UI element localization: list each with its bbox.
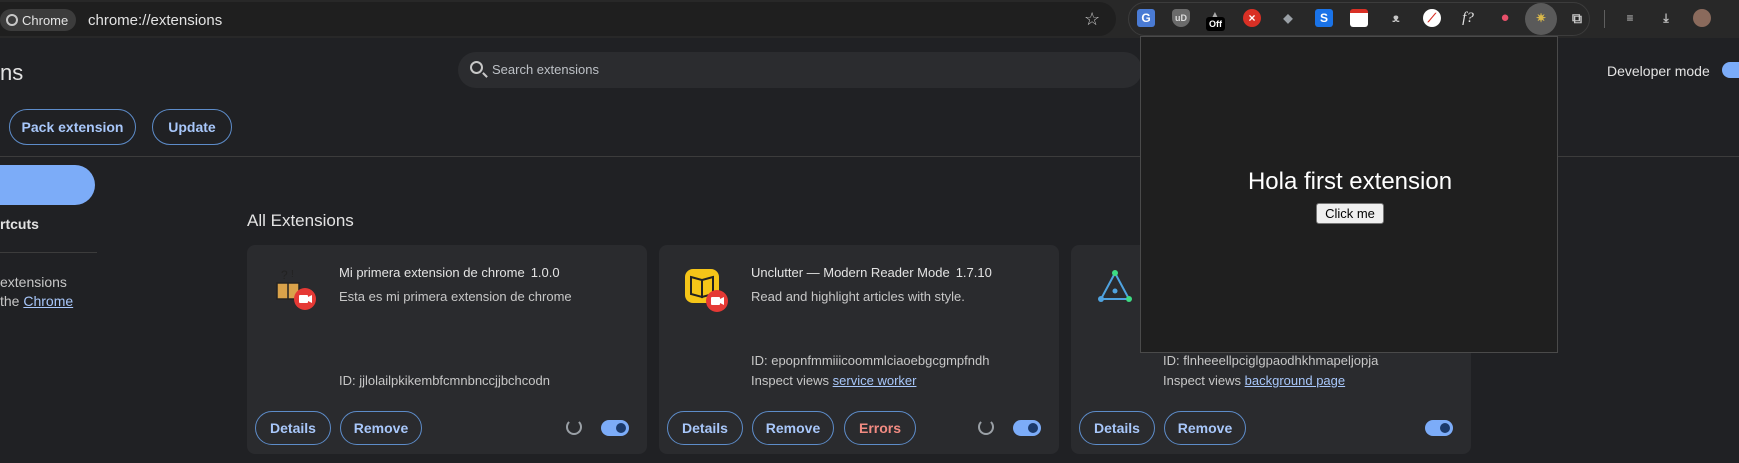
inspect-views: Inspect views background page xyxy=(1163,373,1345,388)
sidebar-divider xyxy=(0,252,97,253)
extension-popup: Hola first extension Click me xyxy=(1140,36,1558,353)
custom-ext-icon: ✷ xyxy=(1535,11,1547,25)
extension-version: 1.7.10 xyxy=(955,265,992,280)
extension-description: Esta es mi primera extension de chrome xyxy=(339,289,572,304)
url-text[interactable]: chrome://extensions xyxy=(88,12,222,29)
svg-text:?: ? xyxy=(281,268,288,282)
section-title: All Extensions xyxy=(247,211,354,230)
puzzle-icon[interactable]: ⧉ xyxy=(1568,9,1586,27)
extension-name-text: Mi primera extension de chrome xyxy=(339,265,525,280)
popup-heading: Hola first extension xyxy=(1247,168,1453,195)
sidebar-webstore-text: the Chrome xyxy=(0,293,73,309)
extension-id: ID: flnheeellpciglgpaodhkhmapeljopja xyxy=(1163,353,1379,368)
extension-name: Unclutter — Modern Reader Mode 1.7.10 xyxy=(751,265,992,280)
inspect-views-label: Inspect views xyxy=(751,373,833,388)
pack-extension-button[interactable]: Pack extension xyxy=(9,109,136,145)
shield-grey-icon[interactable]: ◆ xyxy=(1279,9,1297,27)
enable-toggle[interactable] xyxy=(601,420,629,436)
click-me-button[interactable]: Click me xyxy=(1316,203,1384,224)
browser-toolbar: Chrome chrome://extensions ☆ G uD ▲ Off … xyxy=(0,0,1739,38)
extension-id: ID: epopnfmmiiicoommlciaoebgcgmpfndh xyxy=(751,353,990,368)
off-badge-icon: Off xyxy=(1206,17,1225,31)
site-chip-label: Chrome xyxy=(22,12,69,28)
translate-icon[interactable]: G xyxy=(1137,9,1155,27)
chrome-webstore-link[interactable]: Chrome xyxy=(23,293,73,309)
extension-box-icon: ? ! xyxy=(276,268,316,310)
details-button[interactable]: Details xyxy=(667,411,743,445)
raccoon-icon[interactable]: ᴥ xyxy=(1387,9,1405,27)
search-icon xyxy=(470,61,483,74)
sidebar-item-keyboard-shortcuts[interactable]: rtcuts xyxy=(0,216,39,232)
media-list-icon[interactable]: ≡ xyxy=(1621,9,1639,27)
search-input[interactable]: Search extensions xyxy=(458,52,1142,88)
chrome-icon xyxy=(6,14,18,26)
formula-icon[interactable]: f? xyxy=(1459,9,1477,27)
svg-text:!: ! xyxy=(291,269,294,280)
service-worker-link[interactable]: service worker xyxy=(833,373,917,388)
sidebar-text: extensions xyxy=(0,274,67,290)
details-button[interactable]: Details xyxy=(1079,411,1155,445)
colorful-leaf-icon[interactable]: ⟋ xyxy=(1423,9,1441,27)
red-leaf-icon[interactable]: ● xyxy=(1496,9,1514,27)
extension-name: Mi primera extension de chrome 1.0.0 xyxy=(339,265,560,280)
developer-mode-toggle[interactable] xyxy=(1722,62,1739,78)
page-title: ns xyxy=(0,60,24,85)
extension-description: Read and highlight articles with style. xyxy=(751,289,965,304)
reload-icon[interactable] xyxy=(566,419,582,435)
calendar-icon[interactable] xyxy=(1350,9,1368,27)
sidebar-webstore-prefix: the xyxy=(0,293,24,309)
extension-name-text: Unclutter — Modern Reader Mode xyxy=(751,265,950,280)
remove-button[interactable]: Remove xyxy=(340,411,422,445)
errors-button[interactable]: Errors xyxy=(844,411,916,445)
sidebar-extensions-button[interactable] xyxy=(0,165,95,205)
extension-id: ID: jjlolailpkikembfcmnbnccjjbchcodn xyxy=(339,373,550,388)
ublock-icon[interactable]: uD xyxy=(1172,9,1190,27)
inspect-views: Inspect views service worker xyxy=(751,373,916,388)
omnibox[interactable]: Chrome chrome://extensions ☆ xyxy=(0,2,1116,36)
update-button[interactable]: Update xyxy=(152,109,232,145)
profile-avatar[interactable] xyxy=(1693,9,1711,27)
unclutter-book-icon xyxy=(685,269,728,312)
blocker-x-icon[interactable]: × xyxy=(1243,9,1261,27)
enable-toggle[interactable] xyxy=(1013,420,1041,436)
remove-button[interactable]: Remove xyxy=(752,411,834,445)
remove-button[interactable]: Remove xyxy=(1164,411,1246,445)
s-blue-icon[interactable]: S xyxy=(1315,9,1333,27)
developer-mode-label: Developer mode xyxy=(1607,63,1710,79)
toolbar-separator xyxy=(1604,10,1605,28)
enable-toggle[interactable] xyxy=(1425,420,1453,436)
background-page-link[interactable]: background page xyxy=(1245,373,1345,388)
bookmark-star-icon[interactable]: ☆ xyxy=(1084,9,1100,30)
site-chip[interactable]: Chrome xyxy=(0,9,77,31)
inspect-views-label: Inspect views xyxy=(1163,373,1245,388)
search-placeholder: Search extensions xyxy=(492,62,599,77)
extension-version: 1.0.0 xyxy=(530,265,560,280)
reload-icon[interactable] xyxy=(978,419,994,435)
details-button[interactable]: Details xyxy=(255,411,331,445)
extension-card: Unclutter — Modern Reader Mode 1.7.10 Rea… xyxy=(659,245,1059,454)
extension-card: ? ! Mi primera extension de chrome 1.0.0 … xyxy=(247,245,647,454)
download-icon[interactable]: ⤓ xyxy=(1657,9,1675,27)
network-triangle-icon xyxy=(1098,270,1132,302)
